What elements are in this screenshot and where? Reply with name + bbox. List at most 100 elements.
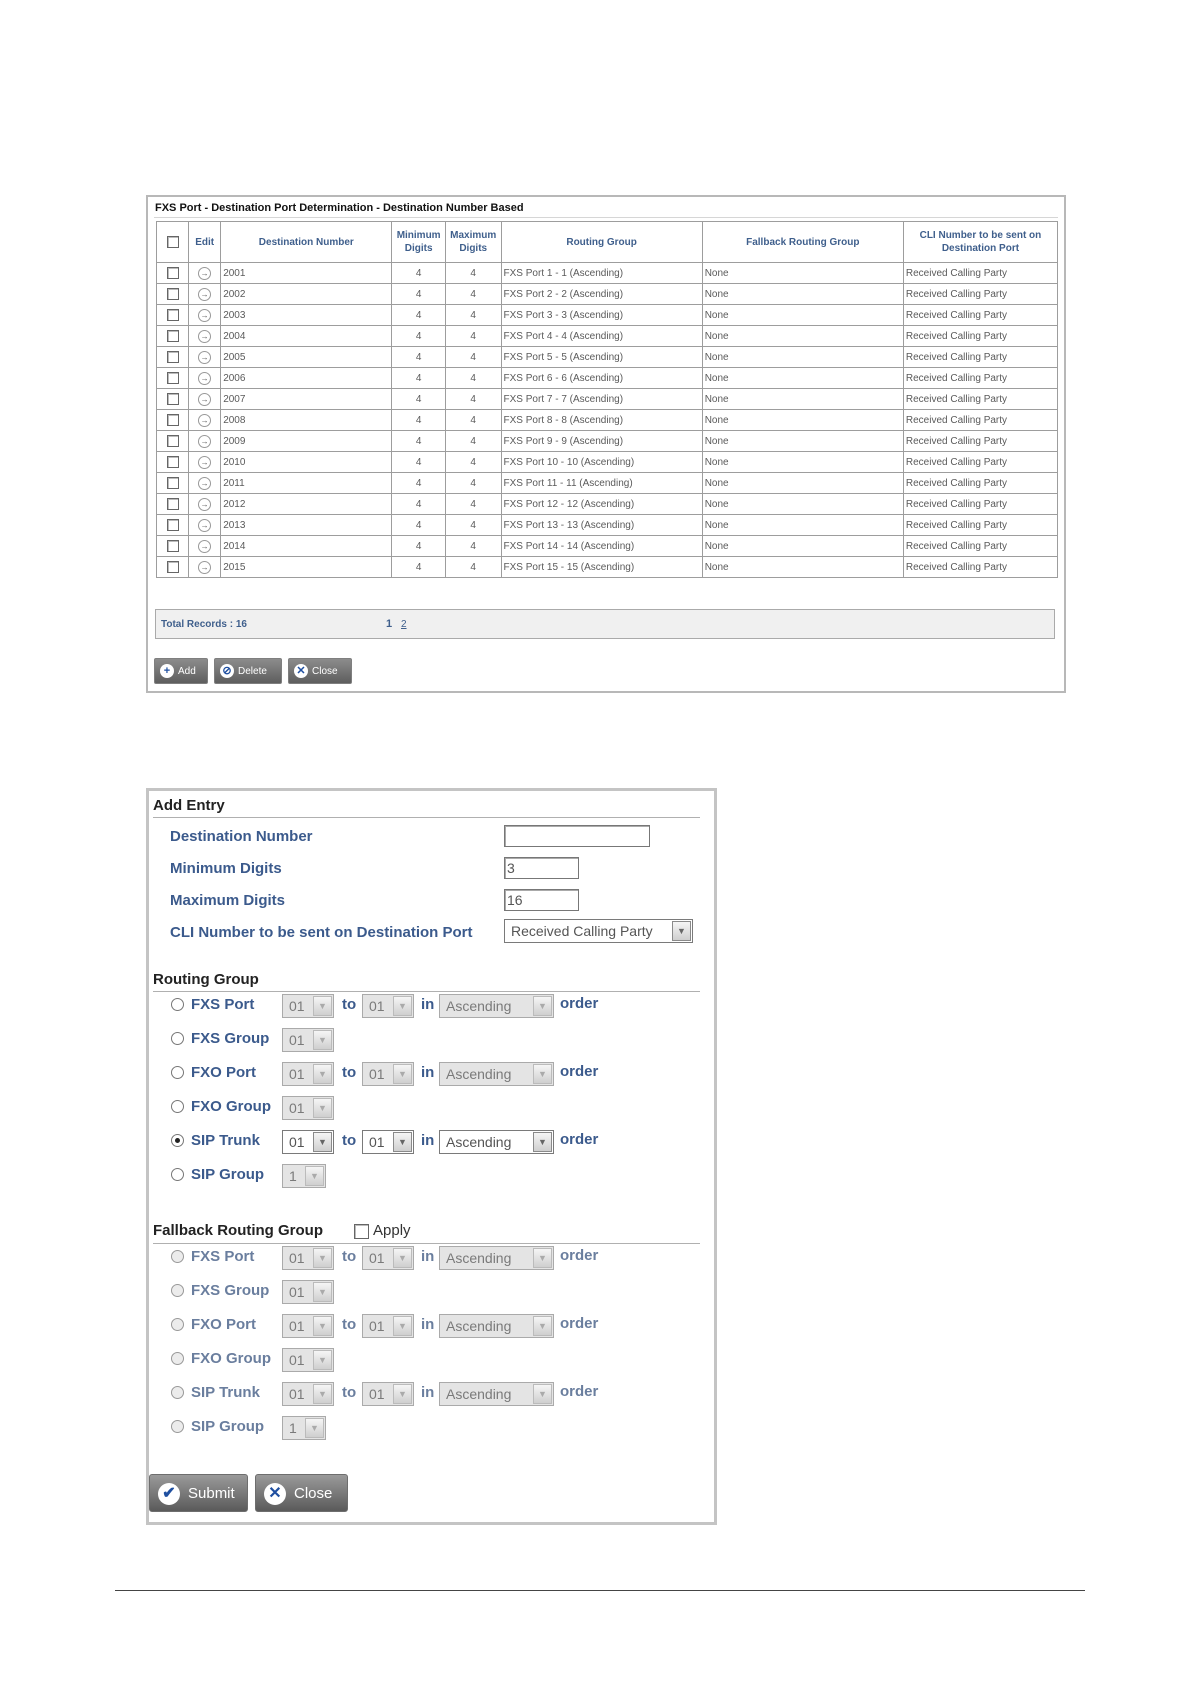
fxo-group-radio[interactable] bbox=[171, 1100, 184, 1113]
sip-group-from-select[interactable]: 1 ▼ bbox=[282, 1416, 326, 1440]
routing-group-cell: FXS Port 2 - 2 (Ascending) bbox=[500, 283, 703, 305]
edit-arrow-icon[interactable]: → bbox=[198, 455, 212, 469]
row-checkbox[interactable] bbox=[166, 351, 179, 363]
minimum-digits-cell: 4 bbox=[391, 388, 446, 410]
row-checkbox[interactable] bbox=[166, 561, 179, 573]
fxs-port-to-select[interactable]: 01 ▼ bbox=[362, 1246, 414, 1270]
sip-group-radio[interactable] bbox=[171, 1168, 184, 1181]
row-checkbox[interactable] bbox=[166, 456, 179, 468]
delete-button[interactable]: ⊘ Delete bbox=[214, 658, 282, 684]
sip-group-from-select[interactable]: 1 ▼ bbox=[282, 1164, 326, 1188]
destination-number-cell: 2001 bbox=[220, 262, 393, 284]
form-close-button[interactable]: ✕ Close bbox=[255, 1474, 348, 1512]
sip-trunk-radio[interactable] bbox=[171, 1134, 184, 1147]
edit-arrow-icon[interactable]: → bbox=[198, 392, 212, 406]
edit-arrow-icon[interactable]: → bbox=[198, 371, 212, 385]
row-checkbox[interactable] bbox=[166, 309, 179, 321]
table-row: → 2015 4 4 FXS Port 15 - 15 (Ascending) None R… bbox=[155, 556, 1059, 578]
row-checkbox[interactable] bbox=[166, 477, 179, 489]
submit-button[interactable]: ✔ Submit bbox=[149, 1474, 248, 1512]
fxo-port-order-select[interactable]: Ascending ▼ bbox=[439, 1062, 554, 1086]
form-close-button-label: Close bbox=[294, 1485, 333, 1502]
row-checkbox[interactable] bbox=[166, 519, 179, 531]
in-word: in bbox=[421, 1132, 435, 1149]
cli-number-cell: Received Calling Party bbox=[902, 451, 1059, 473]
fxs-group-from-select[interactable]: 01 ▼ bbox=[282, 1280, 334, 1304]
row-checkbox[interactable] bbox=[166, 435, 179, 447]
fxo-group-radio[interactable] bbox=[171, 1352, 184, 1365]
page-2-link[interactable]: 2 bbox=[401, 619, 407, 630]
fxs-port-order-select[interactable]: Ascending ▼ bbox=[439, 1246, 554, 1270]
fxo-port-to-select[interactable]: 01 ▼ bbox=[362, 1314, 414, 1338]
fxo-port-radio[interactable] bbox=[171, 1066, 184, 1079]
fxo-port-order-select[interactable]: Ascending ▼ bbox=[439, 1314, 554, 1338]
edit-arrow-icon[interactable]: → bbox=[198, 266, 212, 280]
edit-arrow-icon[interactable]: → bbox=[198, 476, 212, 490]
cli-number-cell: Received Calling Party bbox=[902, 535, 1059, 557]
fallback-divider bbox=[153, 1243, 700, 1244]
cli-number-select[interactable]: Received Calling Party ▼ bbox=[504, 919, 693, 943]
add-button[interactable]: + Add bbox=[154, 658, 208, 684]
sip-trunk-to-select[interactable]: 01 ▼ bbox=[362, 1130, 414, 1154]
fxs-port-from-select[interactable]: 01 ▼ bbox=[282, 1246, 334, 1270]
row-checkbox[interactable] bbox=[166, 267, 179, 279]
edit-arrow-icon[interactable]: → bbox=[198, 329, 212, 343]
row-edit-cell: → bbox=[188, 472, 222, 494]
edit-arrow-icon[interactable]: → bbox=[198, 287, 212, 301]
edit-arrow-icon[interactable]: → bbox=[198, 539, 212, 553]
minimum-digits-cell: 4 bbox=[391, 409, 446, 431]
edit-arrow-icon[interactable]: → bbox=[198, 413, 212, 427]
fxo-port-from-select[interactable]: 01 ▼ bbox=[282, 1062, 334, 1086]
close-button[interactable]: ✕ Close bbox=[288, 658, 352, 684]
sip-trunk-radio[interactable] bbox=[171, 1386, 184, 1399]
fxs-group-from-select[interactable]: 01 ▼ bbox=[282, 1028, 334, 1052]
edit-arrow-icon[interactable]: → bbox=[198, 350, 212, 364]
sip-trunk-order-select[interactable]: Ascending ▼ bbox=[439, 1382, 554, 1406]
fxo-group-from-select[interactable]: 01 ▼ bbox=[282, 1348, 334, 1372]
fxo-port-to-select[interactable]: 01 ▼ bbox=[362, 1062, 414, 1086]
row-checkbox[interactable] bbox=[166, 330, 179, 342]
fxs-group-radio[interactable] bbox=[171, 1032, 184, 1045]
minimum-digits-cell: 4 bbox=[391, 535, 446, 557]
sip-trunk-from-select[interactable]: 01 ▼ bbox=[282, 1130, 334, 1154]
edit-arrow-icon[interactable]: → bbox=[198, 434, 212, 448]
fxs-port-radio[interactable] bbox=[171, 1250, 184, 1263]
destination-number-input[interactable] bbox=[504, 825, 650, 847]
edit-arrow-icon[interactable]: → bbox=[198, 560, 212, 574]
row-checkbox[interactable] bbox=[166, 498, 179, 510]
row-checkbox[interactable] bbox=[166, 288, 179, 300]
cli-number-header: CLI Number to be sent on Destination Port bbox=[902, 221, 1059, 263]
fxo-group-from-select[interactable]: 01 ▼ bbox=[282, 1096, 334, 1120]
row-checkbox[interactable] bbox=[166, 393, 179, 405]
row-checkbox[interactable] bbox=[166, 540, 179, 552]
fxs-group-radio[interactable] bbox=[171, 1284, 184, 1297]
routing-group-title: Routing Group bbox=[153, 971, 259, 988]
row-checkbox[interactable] bbox=[166, 414, 179, 426]
edit-arrow-icon[interactable]: → bbox=[198, 308, 212, 322]
row-edit-cell: → bbox=[188, 514, 222, 536]
edit-arrow-icon[interactable]: → bbox=[198, 518, 212, 532]
table-row: → 2008 4 4 FXS Port 8 - 8 (Ascending) None Rec… bbox=[155, 409, 1059, 431]
sip-trunk-from-select[interactable]: 01 ▼ bbox=[282, 1382, 334, 1406]
row-select-cell bbox=[155, 556, 190, 578]
fxo-port-radio[interactable] bbox=[171, 1318, 184, 1331]
select-all-header bbox=[155, 221, 190, 263]
apply-checkbox[interactable] bbox=[354, 1224, 369, 1239]
sip-trunk-order-select[interactable]: Ascending ▼ bbox=[439, 1130, 554, 1154]
sip-group-radio[interactable] bbox=[171, 1420, 184, 1433]
fxs-port-from-select[interactable]: 01 ▼ bbox=[282, 994, 334, 1018]
row-checkbox[interactable] bbox=[166, 372, 179, 384]
maximum-digits-input[interactable] bbox=[504, 889, 579, 911]
sip-trunk-to-select[interactable]: 01 ▼ bbox=[362, 1382, 414, 1406]
edit-arrow-icon[interactable]: → bbox=[198, 497, 212, 511]
routing-group-cell: FXS Port 4 - 4 (Ascending) bbox=[500, 325, 703, 347]
minimum-digits-cell: 4 bbox=[391, 493, 446, 515]
routing-group-cell: FXS Port 1 - 1 (Ascending) bbox=[500, 262, 703, 284]
select-all-checkbox[interactable] bbox=[166, 235, 179, 248]
fxo-port-from-select[interactable]: 01 ▼ bbox=[282, 1314, 334, 1338]
fxs-port-order-select[interactable]: Ascending ▼ bbox=[439, 994, 554, 1018]
fallback-routing-group-cell: None bbox=[701, 304, 904, 326]
fxs-port-to-select[interactable]: 01 ▼ bbox=[362, 994, 414, 1018]
fxs-port-radio[interactable] bbox=[171, 998, 184, 1011]
minimum-digits-input[interactable] bbox=[504, 857, 579, 879]
